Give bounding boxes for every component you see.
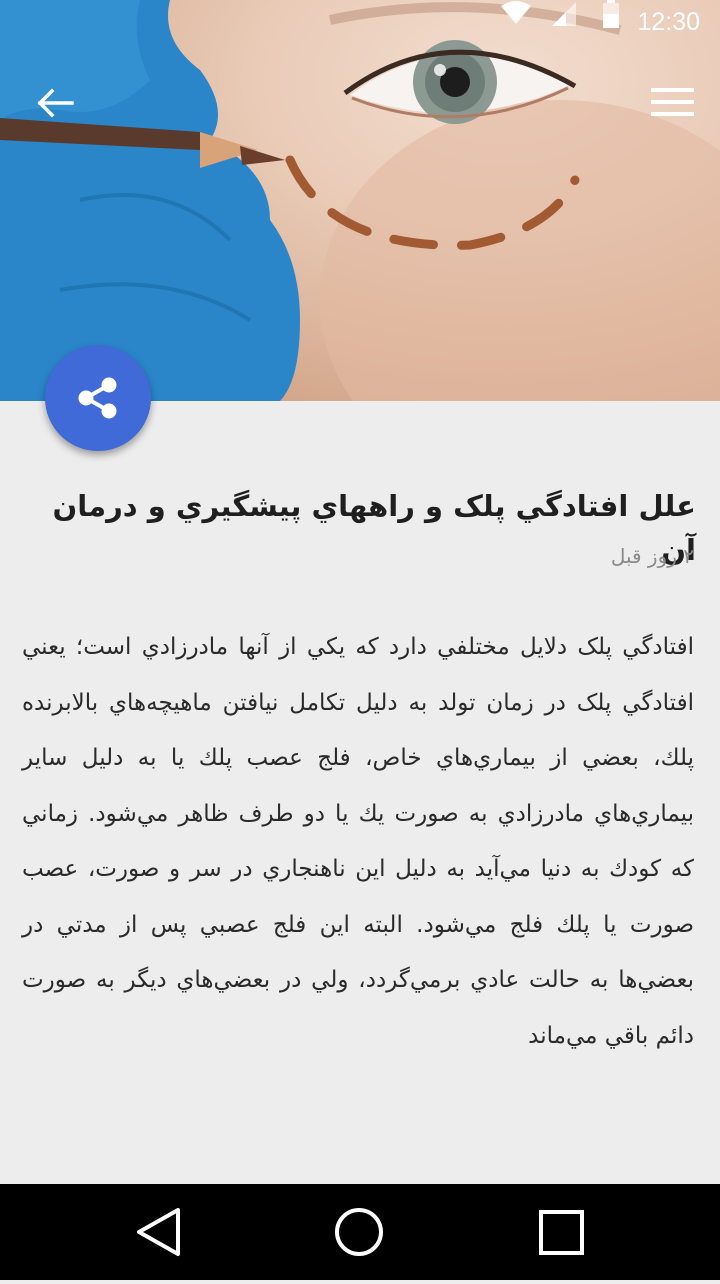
- eyelid-surgery-illustration: [0, 0, 720, 401]
- share-icon: [78, 377, 117, 419]
- article-body: افتادگي پلک دلايل مختلفي دارد که يکي از …: [22, 634, 694, 1049]
- back-button[interactable]: [32, 80, 82, 126]
- status-bar: 12:30: [0, 0, 720, 48]
- nav-home-button[interactable]: [299, 1184, 419, 1280]
- share-button[interactable]: [45, 345, 151, 451]
- hamburger-menu-icon: [651, 88, 694, 116]
- triangle-back-icon: [137, 1208, 180, 1256]
- menu-button[interactable]: [645, 80, 700, 126]
- cellular-signal-icon: [552, 2, 576, 26]
- article-hero-image: 12:30: [0, 0, 720, 401]
- square-recents-icon: [539, 1210, 584, 1255]
- status-time: 12:30: [637, 8, 700, 36]
- battery-icon: [603, 0, 619, 28]
- article-date: ۲ روز قبل: [610, 544, 694, 568]
- circle-home-icon: [335, 1208, 383, 1256]
- arrow-back-icon: [37, 88, 74, 118]
- system-navigation-bar: [0, 1184, 720, 1280]
- article-title: علل افتادگي پلک و راههاي پيشگيري و درمان…: [52, 489, 696, 567]
- wifi-icon: [501, 1, 531, 24]
- nav-recents-button[interactable]: [501, 1184, 621, 1280]
- nav-back-button[interactable]: [100, 1184, 220, 1280]
